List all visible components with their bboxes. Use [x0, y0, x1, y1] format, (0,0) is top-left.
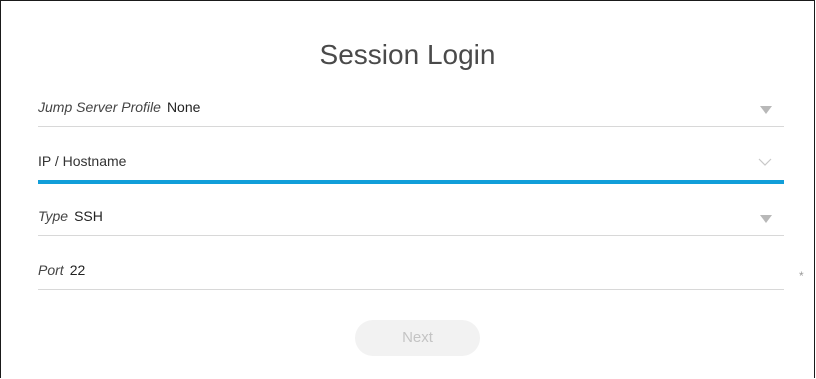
ip-hostname-input[interactable]: IP / Hostname — [38, 147, 784, 184]
session-login-dialog: Session Login Jump Server Profile None IP… — [0, 0, 815, 378]
port-label: Port — [38, 262, 64, 278]
type-field: Type SSH — [38, 208, 103, 224]
chevron-down-icon[interactable] — [758, 157, 772, 167]
caret-down-icon[interactable] — [760, 106, 772, 114]
jump-server-profile-select[interactable]: Jump Server Profile None — [38, 93, 784, 127]
caret-down-icon[interactable] — [760, 215, 772, 223]
type-label: Type — [38, 208, 69, 224]
jump-server-profile-field: Jump Server Profile None — [38, 99, 200, 115]
field-divider — [38, 235, 784, 236]
port-input[interactable]: Port 22 — [38, 256, 784, 290]
dialog-title: Session Login — [319, 39, 496, 70]
field-divider — [38, 289, 784, 290]
required-marker: * — [799, 269, 804, 283]
next-button[interactable]: Next — [355, 320, 480, 356]
type-select[interactable]: Type SSH — [38, 202, 784, 236]
jump-server-profile-label: Jump Server Profile — [38, 99, 161, 115]
type-value: SSH — [74, 208, 103, 224]
focus-underline — [38, 180, 784, 184]
jump-server-profile-value: None — [166, 99, 201, 115]
port-value: 22 — [69, 262, 86, 278]
ip-hostname-placeholder: IP / Hostname — [38, 153, 127, 169]
field-divider — [38, 126, 784, 127]
port-field: Port 22 — [38, 262, 85, 278]
